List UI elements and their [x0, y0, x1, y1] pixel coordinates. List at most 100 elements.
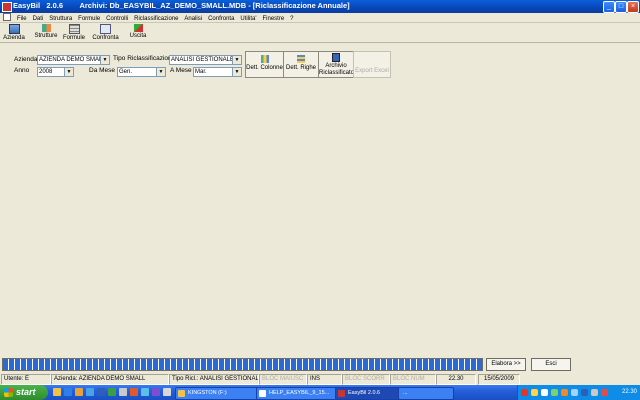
- status-azienda: Azienda: AZIENDA DEMO SMALL: [51, 374, 169, 385]
- update-icon[interactable]: [561, 389, 568, 396]
- toolbar-uscita-label: Uscita: [129, 33, 147, 39]
- status-bloc-maiusc: BLOC MAIUSC: [259, 374, 307, 385]
- toolbar-strutture-label: Strutture: [34, 33, 58, 39]
- usb-icon[interactable]: [581, 389, 588, 396]
- quicklaunch-outlook-icon[interactable]: [75, 388, 83, 396]
- toolbar-uscita-button[interactable]: Uscita: [128, 24, 148, 41]
- start-button[interactable]: start: [0, 385, 48, 400]
- quicklaunch-network-icon[interactable]: [141, 388, 149, 396]
- da-mese-label: Da Mese: [89, 67, 116, 74]
- esci-button[interactable]: Esci: [531, 358, 571, 371]
- esci-label: Esci: [545, 361, 557, 367]
- windows-logo-icon: [4, 388, 13, 397]
- toolbar: Azienda Strutture Formule Confronta Usci…: [0, 23, 640, 43]
- archivio-label-line2: Riclassificato: [319, 70, 355, 76]
- task-help-easybil[interactable]: HELP_EASYBIL_9_15...: [256, 387, 346, 400]
- formula-icon: [68, 24, 80, 34]
- toolbar-azienda-label: Azienda: [3, 35, 25, 41]
- export-excel-label: Export Excel: [355, 68, 389, 74]
- task-kingston[interactable]: KINGSTON (F:): [175, 387, 267, 400]
- window-title: EasyBil 2.0.6 Archivi: Db_EASYBIL_AZ_DEM…: [13, 1, 350, 10]
- toolbar-formule-label: Formule: [63, 35, 86, 41]
- tray-app-icon[interactable]: [591, 389, 598, 396]
- network-icon[interactable]: [541, 389, 548, 396]
- task-easybil-label: EasyBil 2.0.6: [348, 390, 381, 396]
- window-caption: Archivi: Db_EASYBIL_AZ_DEMO_SMALL.MDB - …: [79, 1, 350, 10]
- toolbar-confronta-label: Confronta: [92, 35, 119, 41]
- quicklaunch-folder-icon[interactable]: [53, 388, 61, 396]
- status-utente: Utente: E: [1, 374, 51, 385]
- document-icon: [259, 390, 266, 397]
- document-icon[interactable]: [3, 13, 11, 21]
- chevron-down-icon[interactable]: ▼: [232, 56, 241, 64]
- volume-icon[interactable]: [571, 389, 578, 396]
- chevron-down-icon[interactable]: ▼: [100, 56, 109, 64]
- status-time: 22.30: [436, 374, 476, 385]
- system-tray: 22.30: [517, 385, 640, 400]
- app-name: EasyBil 2.0.6: [13, 1, 64, 10]
- app-icon[interactable]: [2, 2, 12, 12]
- quicklaunch-more-icon[interactable]: [163, 388, 171, 396]
- toolbar-strutture-button[interactable]: Strutture: [33, 24, 59, 41]
- minimize-button[interactable]: _: [603, 1, 615, 13]
- status-bar: Utente: E Azienda: AZIENDA DEMO SMALL Ti…: [0, 373, 640, 385]
- tray-alert-icon[interactable]: [601, 389, 608, 396]
- task-help-label: HELP_EASYBIL_9_15...: [269, 390, 330, 396]
- antivirus-icon[interactable]: [521, 389, 528, 396]
- close-button[interactable]: ×: [627, 1, 639, 13]
- chevron-down-icon[interactable]: ▼: [156, 68, 165, 76]
- battery-icon[interactable]: [551, 389, 558, 396]
- elabora-label: Elabora >>: [491, 361, 521, 367]
- toolbar-confronta-button[interactable]: Confronta: [92, 24, 119, 41]
- security-shield-icon[interactable]: [531, 389, 538, 396]
- rows-icon: [297, 55, 305, 63]
- quicklaunch-word-icon[interactable]: [97, 388, 105, 396]
- start-label: start: [16, 387, 36, 397]
- compare-icon: [100, 24, 111, 34]
- tipo-riclassificazione-value: ANALISI GESTIONALE: [171, 57, 235, 63]
- da-mese-select[interactable]: Gen. ▼: [117, 67, 166, 77]
- quicklaunch-desktop-icon[interactable]: [86, 388, 94, 396]
- progress-fill: [3, 359, 482, 370]
- azienda-select[interactable]: AZIENDA DEMO SMALL ▼: [37, 55, 110, 65]
- dett-righe-button[interactable]: Dett. Righe: [283, 51, 319, 78]
- anno-select-value: 2008: [39, 69, 53, 75]
- azienda-select-value: AZIENDA DEMO SMALL: [39, 57, 106, 63]
- quicklaunch-tool-icon[interactable]: [152, 388, 160, 396]
- toolbar-azienda-button[interactable]: Azienda: [2, 24, 26, 41]
- taskbar: start KINGSTON (F:) HELP_EASYBIL_9_15...…: [0, 385, 640, 400]
- dett-colonne-button[interactable]: Dett. Colonne: [245, 51, 284, 78]
- tipo-riclassificazione-select[interactable]: ANALISI GESTIONALE ▼: [169, 55, 242, 65]
- maximize-button[interactable]: □: [615, 1, 627, 13]
- chevron-down-icon[interactable]: ▼: [64, 68, 73, 76]
- drive-icon: [178, 390, 185, 397]
- task-more-label: ...: [403, 390, 408, 396]
- quicklaunch-excel-icon[interactable]: [108, 388, 116, 396]
- export-excel-button[interactable]: Export Excel: [353, 51, 391, 78]
- a-mese-label: A Mese: [170, 67, 192, 74]
- taskbar-clock: 22.30: [621, 389, 637, 395]
- elabora-button[interactable]: Elabora >>: [486, 358, 526, 371]
- quicklaunch-media-icon[interactable]: [130, 388, 138, 396]
- task-more[interactable]: ...: [398, 387, 454, 400]
- chevron-down-icon[interactable]: ▼: [232, 68, 241, 76]
- dett-righe-label: Dett. Righe: [285, 65, 316, 71]
- archivio-riclassificato-button[interactable]: Archivio Riclassificato: [318, 51, 354, 78]
- anno-label: Anno: [14, 67, 30, 74]
- progress-bar: [2, 358, 483, 371]
- status-bloc-scorr: BLOC SCORR: [342, 374, 390, 385]
- menu-bar: File Dati Struttura Formule Controlli Ri…: [0, 13, 640, 23]
- dett-colonne-label: Dett. Colonne: [246, 65, 283, 71]
- easybil-icon: [338, 390, 345, 397]
- status-bloc-num: BLOC NUM: [390, 374, 436, 385]
- quicklaunch-app-icon[interactable]: [119, 388, 127, 396]
- quicklaunch-ie-icon[interactable]: [64, 388, 72, 396]
- status-ins: INS: [307, 374, 342, 385]
- a-mese-value: Mar.: [195, 69, 207, 75]
- anno-select[interactable]: 2008 ▼: [37, 67, 74, 77]
- database-icon: [332, 53, 340, 62]
- a-mese-select[interactable]: Mar. ▼: [193, 67, 242, 77]
- title-bar[interactable]: EasyBil 2.0.6 Archivi: Db_EASYBIL_AZ_DEM…: [0, 0, 640, 13]
- toolbar-formule-button[interactable]: Formule: [63, 24, 85, 41]
- building-icon: [8, 24, 20, 34]
